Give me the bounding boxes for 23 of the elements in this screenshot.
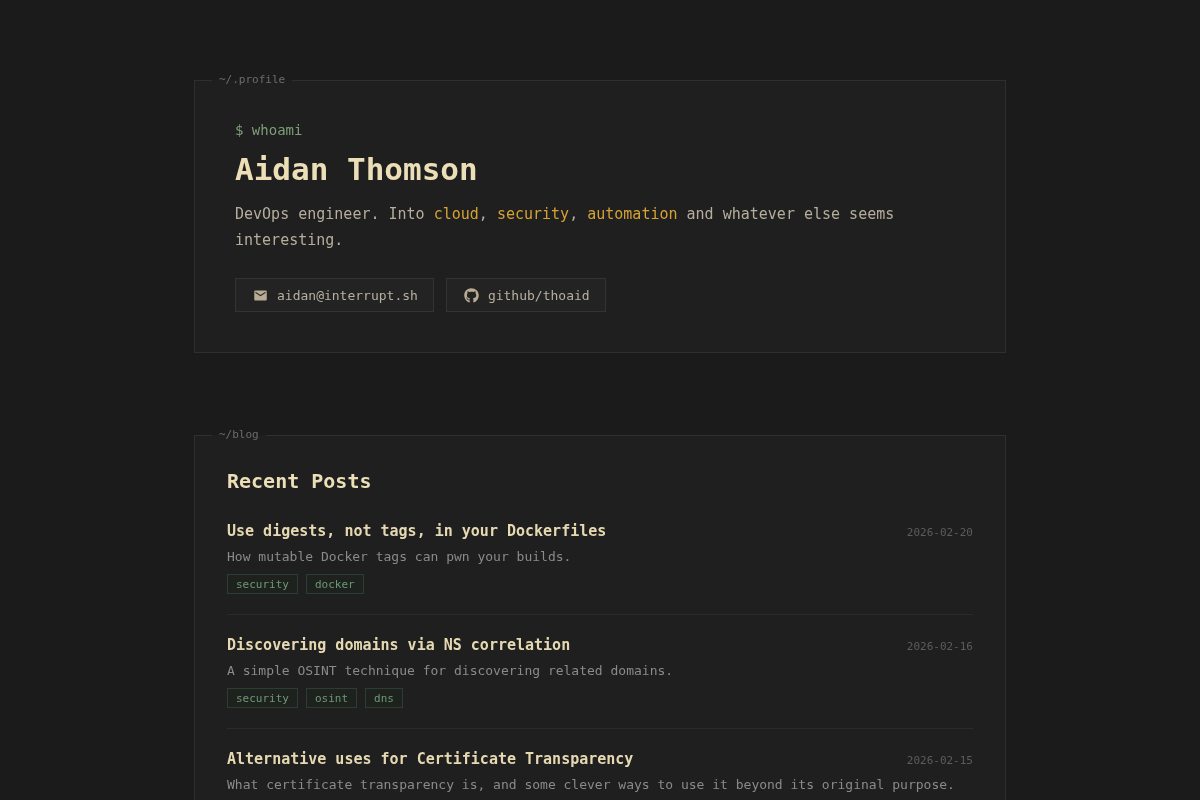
post-title-link[interactable]: Discovering domains via NS correlation <box>227 635 571 655</box>
post-tag[interactable]: osint <box>306 688 358 708</box>
section-label: ~/blog <box>218 428 260 442</box>
profile-name: Aidan Thomson <box>235 150 479 189</box>
post-summary: What certificate transparency is, and some clever ways to use it beyond its original purpose. <box>227 776 956 794</box>
post-tag[interactable]: security <box>227 688 298 708</box>
post-title-link[interactable]: Alternative uses for Certificate Transparency <box>227 749 634 769</box>
post-date: 2026-02-20 <box>906 526 973 539</box>
post-tag[interactable]: security <box>227 574 298 594</box>
section-heading: Recent Posts <box>227 468 373 495</box>
post-title-link[interactable]: Use digests, not tags, in your Dockerfiles <box>227 521 607 541</box>
post-date: 2026-02-15 <box>906 754 973 767</box>
github-link[interactable]: github/thoaid <box>445 278 606 312</box>
post-summary: How mutable Docker tags can pwn your builds. <box>227 548 573 566</box>
email-link[interactable]: aidan@interrupt.sh <box>235 278 434 312</box>
section-label: ~/.profile <box>218 73 287 87</box>
post-date: 2026-02-16 <box>906 640 973 653</box>
post-tag[interactable]: dns <box>365 688 403 708</box>
github-icon <box>463 287 479 303</box>
post-summary: A simple OSINT technique for discovering related domains. <box>227 662 675 680</box>
shell-prompt: $ whoami <box>235 121 304 140</box>
bio-text: DevOps engineer. Into cloud, security, automation and whatever else seems interesting. <box>235 204 896 251</box>
post-tag[interactable]: docker <box>306 574 364 594</box>
